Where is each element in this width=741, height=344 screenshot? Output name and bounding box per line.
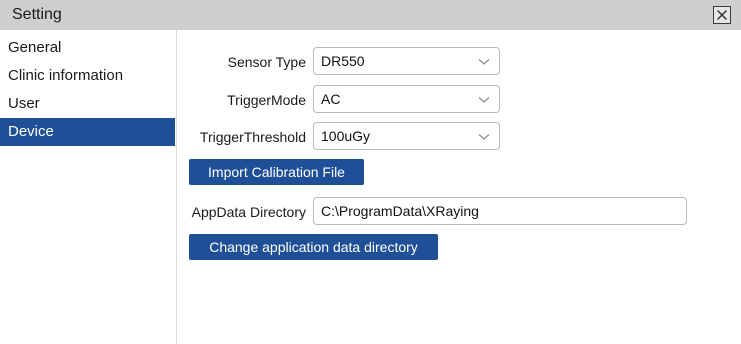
appdata-directory-field[interactable] [313, 197, 687, 225]
trigger-mode-label: TriggerMode [227, 92, 306, 108]
sensor-type-label: Sensor Type [227, 54, 306, 70]
window-title: Setting [12, 6, 62, 23]
chevron-down-icon [478, 134, 490, 140]
appdata-directory-label: AppData Directory [191, 204, 306, 220]
trigger-mode-value: AC [321, 91, 341, 107]
chevron-down-icon [478, 59, 490, 65]
sidebar-item-device[interactable]: Device [0, 118, 175, 146]
settings-sidebar: General Clinic information User Device [0, 30, 177, 344]
trigger-mode-select[interactable]: AC [313, 85, 500, 113]
sidebar-item-general[interactable]: General [0, 34, 175, 62]
title-bar: Setting [0, 0, 741, 30]
change-data-directory-button[interactable]: Change application data directory [189, 234, 438, 260]
import-calibration-file-button[interactable]: Import Calibration File [189, 159, 364, 185]
sensor-type-select[interactable]: DR550 [313, 47, 500, 75]
sensor-type-value: DR550 [321, 53, 365, 69]
sidebar-item-clinic-information[interactable]: Clinic information [0, 62, 175, 90]
trigger-threshold-select[interactable]: 100uGy [313, 122, 500, 150]
sidebar-item-user[interactable]: User [0, 90, 175, 118]
chevron-down-icon [478, 97, 490, 103]
trigger-threshold-label: TriggerThreshold [199, 129, 306, 145]
settings-window: Setting General Clinic information User … [0, 0, 741, 344]
trigger-threshold-value: 100uGy [321, 128, 371, 144]
close-button[interactable] [713, 6, 731, 24]
close-icon [717, 10, 727, 20]
